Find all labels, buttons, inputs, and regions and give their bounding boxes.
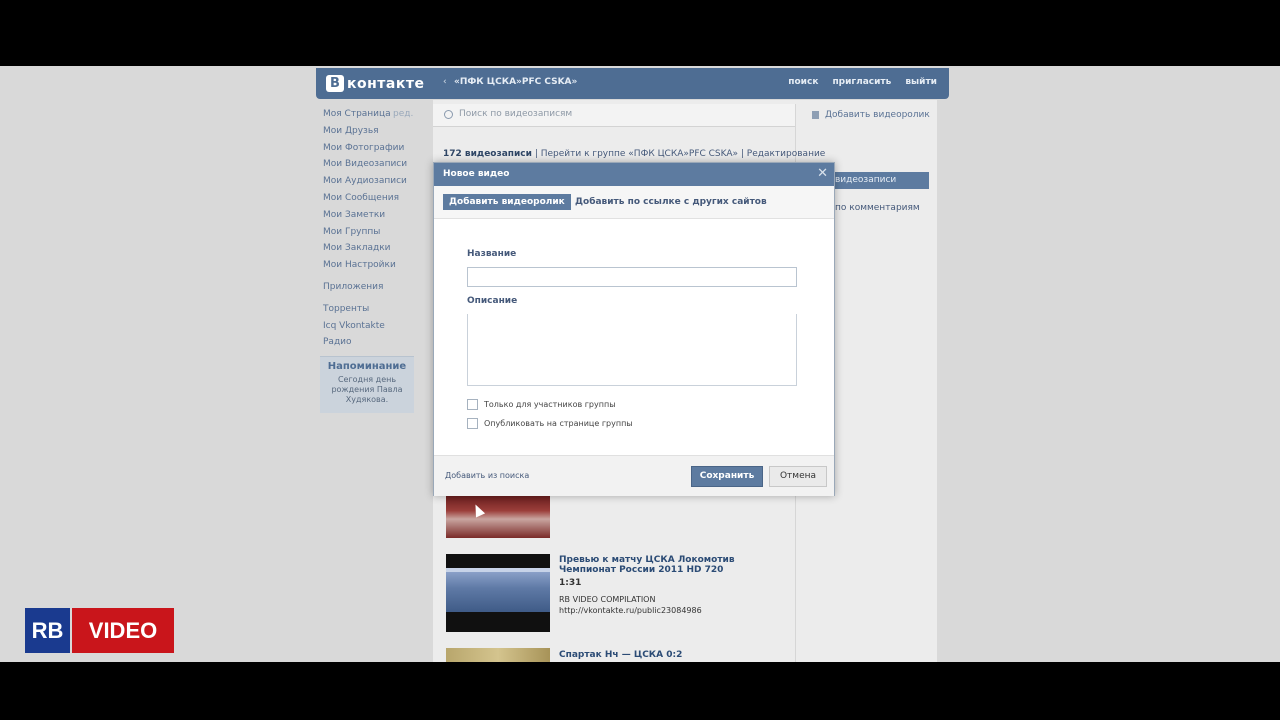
right-filter-label: видеозаписи bbox=[835, 175, 897, 185]
publish-checkbox[interactable] bbox=[467, 418, 478, 429]
cancel-button[interactable]: Отмена bbox=[769, 466, 827, 487]
video-author: RB VIDEO COMPILATION bbox=[559, 595, 656, 604]
title-input[interactable] bbox=[467, 267, 797, 287]
video-icon bbox=[812, 111, 819, 119]
sidebar-item-radio[interactable]: Радио bbox=[323, 334, 418, 351]
tab-add-by-link[interactable]: Добавить по ссылке с других сайтов bbox=[575, 197, 767, 207]
save-button[interactable]: Сохранить bbox=[691, 466, 763, 487]
back-arrow-icon[interactable]: ‹ bbox=[443, 77, 447, 87]
search-icon bbox=[444, 110, 453, 119]
close-icon[interactable]: ✕ bbox=[817, 166, 828, 181]
sidebar-item-videos[interactable]: Мои Видеозаписи bbox=[323, 156, 418, 173]
sidebar-item-messages[interactable]: Мои Сообщения bbox=[323, 190, 418, 207]
reminder-box[interactable]: Напоминание Сегодня день рождения Павла … bbox=[320, 356, 414, 413]
video-summary: 172 видеозаписи | Перейти к группе «ПФК … bbox=[443, 149, 825, 159]
add-video-label: Добавить видеоролик bbox=[825, 110, 930, 120]
video-thumbnail[interactable] bbox=[446, 554, 550, 632]
edit-link[interactable]: ред. bbox=[393, 106, 413, 123]
title-label: Название bbox=[467, 249, 517, 259]
reminder-text: Сегодня день рождения Павла Худякова. bbox=[331, 375, 403, 404]
sidebar-item-label: Моя Страница bbox=[323, 109, 391, 119]
members-only-label: Только для участников группы bbox=[484, 400, 616, 409]
publish-checkbox-row[interactable]: Опубликовать на странице группы bbox=[467, 418, 633, 429]
video-title-link[interactable]: Превью к матчу ЦСКА Локомотив Чемпионат … bbox=[559, 555, 789, 575]
dialog-footer: Добавить из поиска Сохранить Отмена bbox=[434, 455, 834, 496]
top-links: поиск пригласить выйти bbox=[788, 77, 937, 87]
dialog-tabs: Добавить видеоролик Добавить по ссылке с… bbox=[434, 186, 834, 219]
sort-by-comments-link[interactable]: по комментариям bbox=[835, 203, 920, 213]
sidebar-item-photos[interactable]: Мои Фотографии bbox=[323, 140, 418, 157]
description-label: Описание bbox=[467, 296, 518, 306]
video-thumbnail[interactable] bbox=[446, 648, 550, 662]
browser-viewport: В контакте ‹ «ПФК ЦСКА»PFC CSKA» поиск п… bbox=[0, 66, 1280, 662]
video-duration: 1:31 bbox=[559, 578, 582, 588]
watermark-rb: RB bbox=[25, 608, 70, 653]
sidebar-item-audio[interactable]: Мои Аудиозаписи bbox=[323, 173, 418, 190]
description-textarea[interactable] bbox=[467, 314, 797, 386]
vk-logo-mark: В bbox=[326, 75, 344, 92]
dialog-header: Новое видео ✕ bbox=[434, 163, 834, 186]
thumbnail-field bbox=[446, 572, 550, 612]
sidebar-item-bookmarks[interactable]: Мои Закладки bbox=[323, 240, 418, 257]
sidebar-item-my-page[interactable]: Моя Страница ред. bbox=[323, 106, 418, 123]
tab-upload-video[interactable]: Добавить видеоролик bbox=[443, 194, 571, 210]
logout-link[interactable]: выйти bbox=[905, 77, 937, 87]
add-from-search-link[interactable]: Добавить из поиска bbox=[445, 471, 529, 480]
reminder-title: Напоминание bbox=[327, 361, 407, 372]
members-only-checkbox-row[interactable]: Только для участников группы bbox=[467, 399, 616, 410]
vk-logo-text: контакте bbox=[347, 75, 425, 92]
letterbox-top bbox=[0, 0, 1280, 66]
dialog-title: Новое видео bbox=[443, 169, 510, 179]
search-input[interactable]: Поиск по видеозаписям bbox=[459, 109, 572, 119]
new-video-dialog: Новое видео ✕ Добавить видеоролик Добави… bbox=[433, 162, 835, 496]
sidebar-item-groups[interactable]: Мои Группы bbox=[323, 224, 418, 241]
sidebar-item-settings[interactable]: Мои Настройки bbox=[323, 257, 418, 274]
rb-video-watermark-logo: RB VIDEO bbox=[25, 608, 174, 653]
video-count: 172 видеозаписи bbox=[443, 149, 532, 159]
video-thumbnail[interactable] bbox=[446, 496, 550, 538]
sidebar-item-apps[interactable]: Приложения bbox=[323, 279, 418, 296]
add-video-link[interactable]: Добавить видеоролик bbox=[812, 110, 930, 120]
left-sidebar: Моя Страница ред. Мои Друзья Мои Фотогра… bbox=[323, 106, 418, 351]
video-title-link[interactable]: Спартак Нч — ЦСКА 0:2 bbox=[559, 650, 789, 660]
members-only-checkbox[interactable] bbox=[467, 399, 478, 410]
watermark-video: VIDEO bbox=[72, 608, 174, 653]
sidebar-item-icq[interactable]: Icq Vkontakte bbox=[323, 318, 418, 335]
search-link[interactable]: поиск bbox=[788, 77, 818, 87]
group-title-link[interactable]: «ПФК ЦСКА»PFC CSKA» bbox=[454, 77, 577, 87]
letterbox-bottom bbox=[0, 662, 1280, 720]
top-header: В контакте ‹ «ПФК ЦСКА»PFC CSKA» поиск п… bbox=[316, 68, 949, 99]
video-source-link[interactable]: http://vkontakte.ru/public23084986 bbox=[559, 605, 702, 616]
vk-logo[interactable]: В контакте bbox=[326, 74, 424, 93]
publish-label: Опубликовать на странице группы bbox=[484, 419, 633, 428]
sidebar-item-notes[interactable]: Мои Заметки bbox=[323, 207, 418, 224]
invite-link[interactable]: пригласить bbox=[832, 77, 891, 87]
video-search-bar[interactable]: Поиск по видеозаписям bbox=[433, 104, 795, 127]
summary-links[interactable]: | Перейти к группе «ПФК ЦСКА»PFC CSKA» |… bbox=[532, 149, 826, 159]
sidebar-item-friends[interactable]: Мои Друзья bbox=[323, 123, 418, 140]
sidebar-item-torrents[interactable]: Торренты bbox=[323, 301, 418, 318]
